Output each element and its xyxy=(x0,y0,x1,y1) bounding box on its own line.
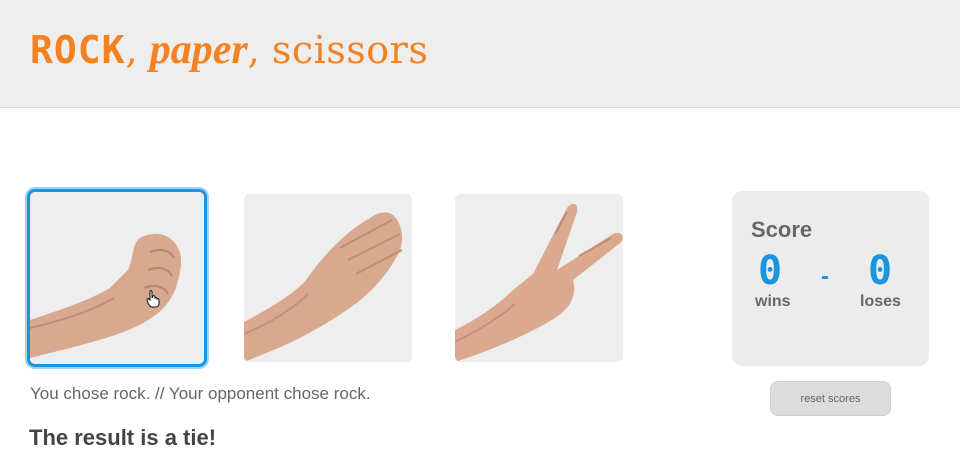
reset-scores-button[interactable]: reset scores xyxy=(770,381,891,416)
app-header: ROCK, paper, scissors xyxy=(0,0,960,108)
logo-word-scissors: scissors xyxy=(271,28,429,72)
result-heading: The result is a tie! xyxy=(29,425,217,450)
status-message: You chose rock. // Your opponent chose r… xyxy=(30,384,371,403)
score-title: Score xyxy=(751,217,813,242)
choice-rock-button[interactable] xyxy=(27,189,207,367)
wins-count: 0 xyxy=(757,248,783,294)
logo-comma: , xyxy=(247,28,272,72)
wins-label: wins xyxy=(755,293,791,310)
loses-count: 0 xyxy=(867,248,893,294)
scissors-hand-image xyxy=(455,194,623,362)
paper-hand-image xyxy=(244,194,412,362)
logo-word-paper: paper xyxy=(149,27,248,73)
score-panel: Score 0 - 0 wins loses xyxy=(732,191,929,366)
app-logo: ROCK, paper, scissors xyxy=(30,28,428,72)
rock-hand-image xyxy=(30,192,204,364)
choice-paper-button[interactable] xyxy=(244,194,412,362)
logo-comma: , xyxy=(125,28,150,72)
loses-label: loses xyxy=(860,293,901,310)
score-separator: - xyxy=(821,263,829,290)
logo-word-rock: ROCK xyxy=(30,28,126,72)
choice-scissors-button[interactable] xyxy=(455,194,623,362)
